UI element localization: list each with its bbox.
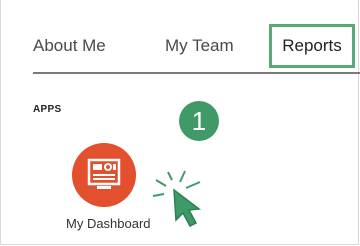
dashboard-icon: [87, 158, 121, 189]
click-cursor-icon: [152, 170, 201, 227]
app-tile-my-dashboard[interactable]: My Dashboard: [64, 138, 164, 238]
app-label: My Dashboard: [66, 216, 151, 231]
tab-reports[interactable]: Reports: [269, 24, 355, 68]
app-icon-circle: [72, 143, 136, 207]
tab-underline: [33, 72, 360, 74]
step-number-badge: 1: [179, 101, 219, 141]
tab-my-team[interactable]: My Team: [165, 36, 234, 56]
apps-section-label: APPS: [33, 104, 62, 115]
tab-about-me[interactable]: About Me: [33, 36, 106, 56]
tab-bar: About Me My Team Reports: [0, 0, 360, 72]
